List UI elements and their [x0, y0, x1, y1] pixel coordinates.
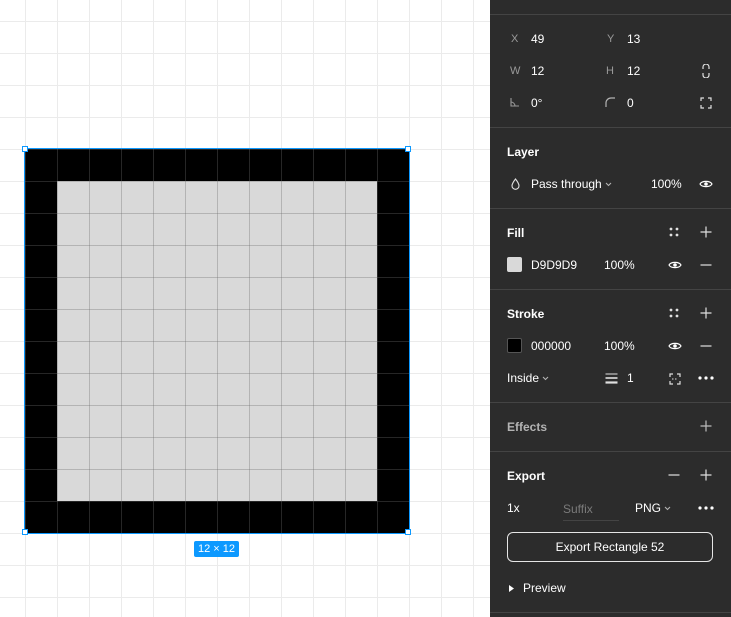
add-export-icon[interactable] [700, 469, 712, 481]
rotation-icon [509, 96, 521, 108]
divider [490, 451, 731, 452]
more-options-icon[interactable] [697, 503, 715, 513]
stroke-weight-icon [604, 372, 618, 384]
corner-radius-icon [604, 96, 616, 108]
stroke-weight-input[interactable]: 1 [627, 371, 634, 385]
fill-opacity-input[interactable]: 100% [604, 258, 635, 272]
x-input[interactable]: 49 [531, 32, 544, 46]
stroke-color-swatch[interactable] [507, 338, 522, 353]
design-canvas[interactable]: 12 × 12 [0, 0, 490, 617]
styles-grid-icon[interactable] [668, 307, 680, 319]
export-suffix-input[interactable] [563, 498, 619, 521]
eye-icon[interactable] [698, 178, 714, 190]
divider [490, 289, 731, 290]
preview-toggle[interactable]: Preview [523, 581, 566, 595]
y-label: Y [607, 33, 615, 45]
properties-panel: X 49 Y 13 W 12 H 12 0° 0 Layer Pass thro… [490, 0, 731, 617]
corner-radius-input[interactable]: 0 [627, 96, 634, 110]
stroke-opacity-input[interactable]: 100% [604, 339, 635, 353]
height-input[interactable]: 12 [627, 64, 640, 78]
eye-icon[interactable] [667, 340, 683, 352]
panel-top-strip [490, 0, 731, 15]
divider [490, 402, 731, 403]
effects-section-title: Effects [507, 420, 548, 434]
chevron-down-icon [663, 504, 671, 512]
stroke-hex-input[interactable]: 000000 [531, 339, 571, 353]
individual-strokes-icon[interactable] [668, 372, 682, 386]
chevron-down-icon [604, 180, 612, 188]
blend-mode-icon [510, 177, 520, 190]
y-input[interactable]: 13 [627, 32, 640, 46]
remove-export-icon[interactable] [668, 469, 680, 481]
export-format-dropdown[interactable]: PNG [635, 501, 661, 515]
h-label: H [606, 65, 614, 77]
selection-outline [24, 148, 410, 534]
add-stroke-icon[interactable] [700, 307, 712, 319]
layer-opacity-input[interactable]: 100% [651, 177, 682, 191]
more-options-icon[interactable] [697, 373, 715, 383]
divider [490, 127, 731, 128]
independent-corners-icon[interactable] [699, 96, 713, 110]
resize-handle-bottom-left[interactable] [22, 529, 28, 535]
stroke-position-dropdown[interactable]: Inside [507, 371, 539, 385]
stroke-section-title: Stroke [507, 307, 545, 321]
x-label: X [511, 33, 519, 45]
constrain-proportions-icon[interactable] [699, 63, 713, 79]
fill-section-title: Fill [507, 226, 525, 240]
blend-mode-dropdown[interactable]: Pass through [531, 177, 602, 191]
caret-right-icon[interactable] [508, 584, 514, 592]
export-button[interactable]: Export Rectangle 52 [507, 532, 713, 562]
size-badge: 12 × 12 [194, 541, 240, 557]
add-effect-icon[interactable] [700, 420, 712, 432]
styles-grid-icon[interactable] [668, 226, 680, 238]
resize-handle-top-right[interactable] [405, 146, 411, 152]
remove-stroke-icon[interactable] [700, 340, 712, 352]
export-section-title: Export [507, 469, 546, 483]
export-scale-dropdown[interactable]: 1x [507, 501, 520, 515]
add-fill-icon[interactable] [700, 226, 712, 238]
divider [490, 208, 731, 209]
resize-handle-top-left[interactable] [22, 146, 28, 152]
chevron-down-icon [541, 374, 549, 382]
rotation-input[interactable]: 0° [531, 96, 542, 110]
eye-icon[interactable] [667, 259, 683, 271]
width-input[interactable]: 12 [531, 64, 544, 78]
fill-hex-input[interactable]: D9D9D9 [531, 258, 577, 272]
fill-color-swatch[interactable] [507, 257, 522, 272]
divider [490, 612, 731, 613]
remove-fill-icon[interactable] [700, 259, 712, 271]
resize-handle-bottom-right[interactable] [405, 529, 411, 535]
w-label: W [510, 65, 521, 77]
layer-section-title: Layer [507, 145, 540, 159]
